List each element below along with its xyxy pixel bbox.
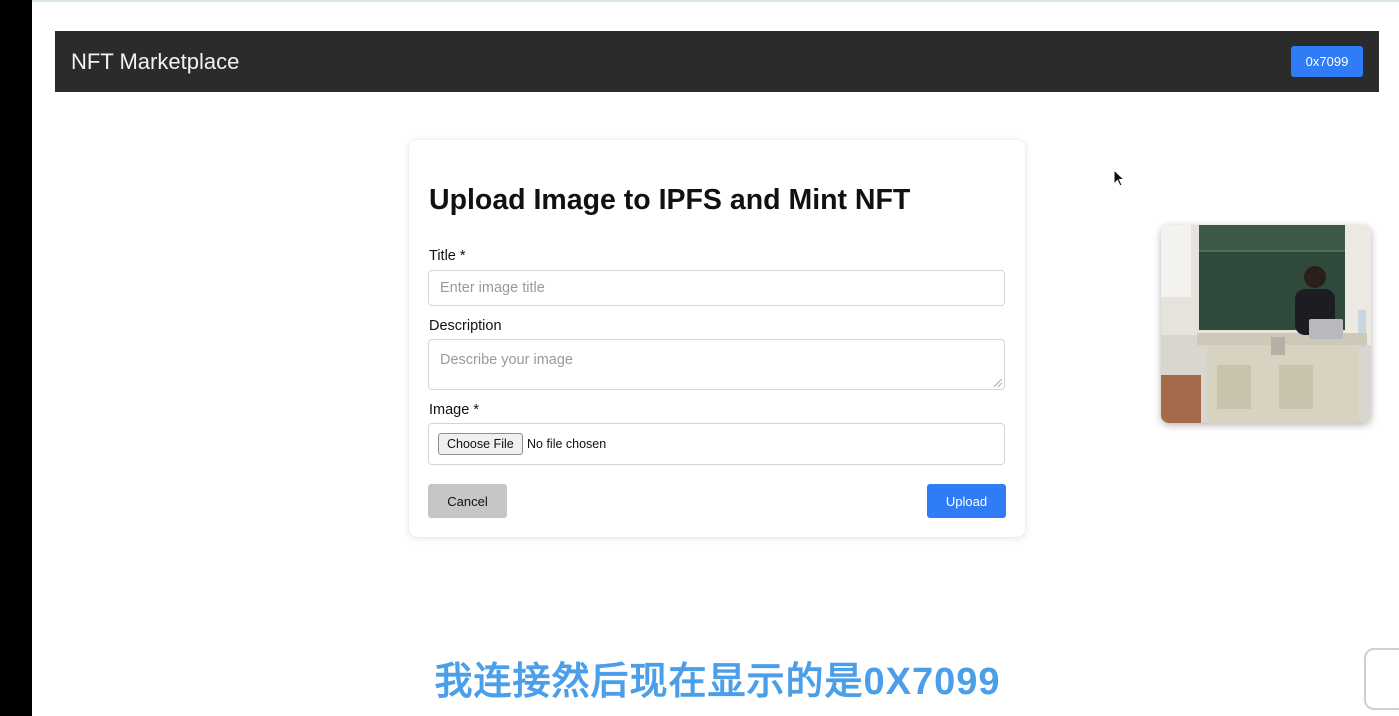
image-label: Image * [429, 402, 479, 418]
upload-button[interactable]: Upload [927, 484, 1006, 518]
brand-title[interactable]: NFT Marketplace [71, 49, 239, 75]
title-placeholder: Enter image title [440, 280, 545, 296]
resize-grip-icon[interactable] [994, 379, 1002, 387]
title-input[interactable]: Enter image title [428, 270, 1005, 306]
navbar: NFT Marketplace 0x7099 [55, 31, 1379, 92]
choose-file-button[interactable]: Choose File [438, 433, 523, 455]
left-black-bar [0, 0, 32, 716]
corner-ui-widget[interactable] [1364, 648, 1399, 710]
top-edge-line [32, 0, 1399, 2]
cancel-button[interactable]: Cancel [428, 484, 507, 518]
webcam-video-frame [1161, 225, 1371, 423]
file-status-text: No file chosen [527, 437, 607, 451]
webcam-overlay [1161, 225, 1371, 423]
wallet-address-button[interactable]: 0x7099 [1291, 46, 1363, 77]
description-label: Description [429, 318, 502, 334]
image-file-input[interactable]: Choose File No file chosen [428, 423, 1005, 465]
video-subtitle: 我连接然后现在显示的是0X7099 [434, 661, 1001, 703]
title-label: Title * [429, 248, 466, 264]
form-heading: Upload Image to IPFS and Mint NFT [429, 184, 911, 216]
upload-form-card: Upload Image to IPFS and Mint NFT Title … [409, 140, 1025, 537]
mouse-cursor-icon [1113, 169, 1125, 187]
description-placeholder: Describe your image [440, 352, 573, 368]
description-textarea[interactable]: Describe your image [428, 339, 1005, 390]
